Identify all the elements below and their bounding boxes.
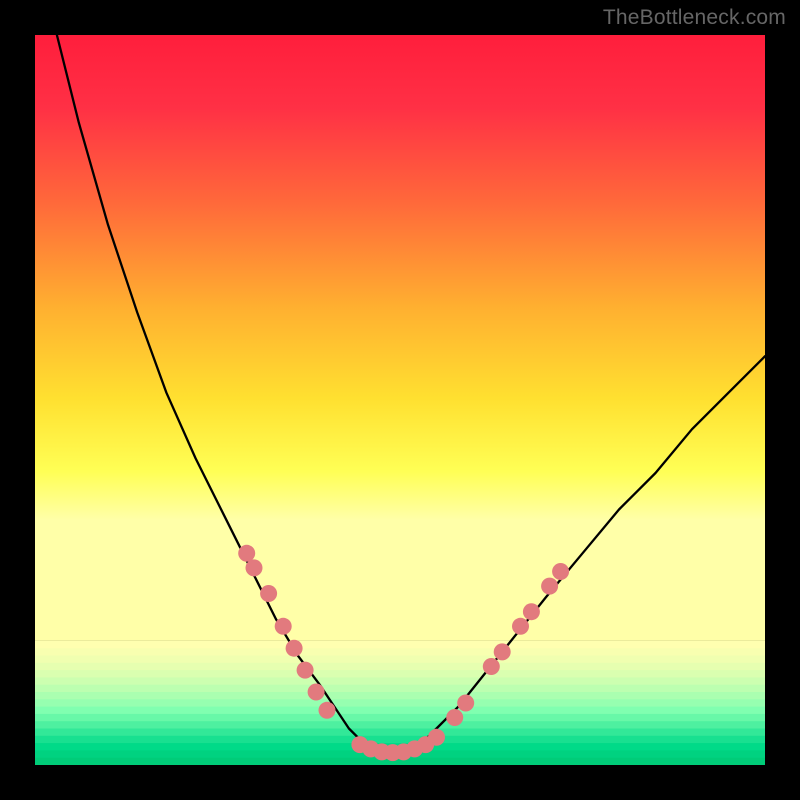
data-point xyxy=(246,559,263,576)
data-point xyxy=(275,618,292,635)
chart-container: TheBottleneck.com xyxy=(0,0,800,800)
stripe xyxy=(35,656,765,664)
data-point xyxy=(457,695,474,712)
watermark-text: TheBottleneck.com xyxy=(603,6,786,30)
data-point xyxy=(260,585,277,602)
stripe xyxy=(35,729,765,737)
stripe xyxy=(35,714,765,722)
data-point xyxy=(308,684,325,701)
stripe xyxy=(35,663,765,671)
gradient-background xyxy=(35,35,765,641)
data-point xyxy=(238,545,255,562)
stripe xyxy=(35,699,765,707)
data-point xyxy=(446,709,463,726)
stripe xyxy=(35,736,765,744)
stripe xyxy=(35,670,765,678)
data-point xyxy=(428,729,445,746)
data-point xyxy=(541,578,558,595)
stripe xyxy=(35,721,765,729)
data-point xyxy=(319,702,336,719)
chart-svg xyxy=(35,35,765,765)
stripe xyxy=(35,648,765,656)
data-point xyxy=(494,643,511,660)
stripe xyxy=(35,692,765,700)
data-point xyxy=(297,662,314,679)
stripe xyxy=(35,677,765,685)
data-point xyxy=(483,658,500,675)
stripe xyxy=(35,685,765,693)
stripe xyxy=(35,707,765,715)
stripe xyxy=(35,641,765,649)
data-point xyxy=(286,640,303,657)
plot-area xyxy=(35,35,765,765)
data-point xyxy=(512,618,529,635)
data-point xyxy=(523,603,540,620)
data-point xyxy=(552,563,569,580)
